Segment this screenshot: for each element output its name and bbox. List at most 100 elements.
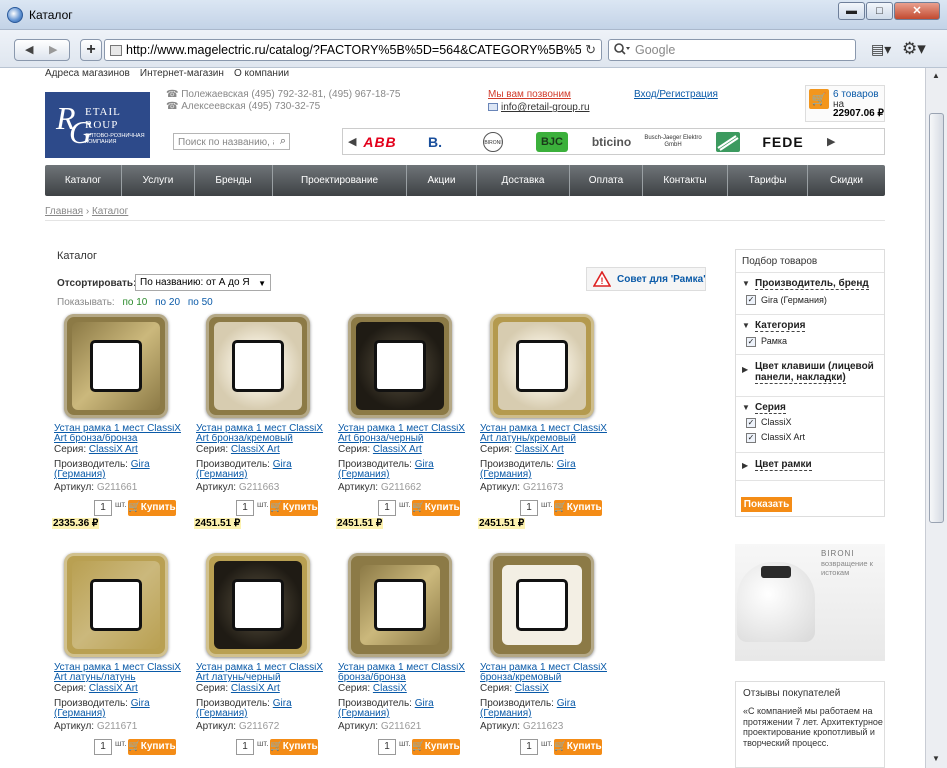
- vertical-scrollbar[interactable]: ▲ ▼: [925, 68, 947, 768]
- nav-item-catalog[interactable]: Каталог: [45, 165, 122, 196]
- close-button[interactable]: ✕: [894, 2, 940, 20]
- product-title-2[interactable]: бронза/бронза: [338, 673, 470, 683]
- maker-link[interactable]: Gira: [415, 698, 434, 709]
- quantity-input[interactable]: 1: [520, 739, 538, 755]
- filter-section-title[interactable]: Категория: [755, 320, 806, 332]
- product-image[interactable]: [64, 553, 168, 657]
- checkbox-frame[interactable]: ✓: [746, 337, 756, 347]
- maker-country-link[interactable]: (Германия): [338, 708, 390, 719]
- product-image[interactable]: [206, 314, 310, 418]
- nav-item-delivery[interactable]: Доставка: [477, 165, 570, 196]
- minimize-button[interactable]: ▬: [838, 2, 865, 20]
- url-text[interactable]: http://www.magelectric.ru/catalog/?FACTO…: [126, 43, 581, 57]
- maker-country-link[interactable]: (Германия): [196, 708, 248, 719]
- cart-widget[interactable]: 🛒 6 товаров на 22907.06 ₽: [805, 85, 885, 122]
- maker-link[interactable]: Gira: [131, 698, 150, 709]
- series-link[interactable]: ClassiX Art: [515, 444, 564, 455]
- maker-country-link[interactable]: (Германия): [54, 469, 106, 480]
- nav-item-brands[interactable]: Бренды: [195, 165, 273, 196]
- filter-option-frame[interactable]: Рамка: [761, 336, 787, 346]
- filter-section-title-2[interactable]: панели, накладки): [755, 372, 846, 384]
- quantity-input[interactable]: 1: [378, 739, 396, 755]
- scroll-thumb[interactable]: [929, 113, 944, 523]
- top-link-stores[interactable]: Адреса магазинов: [45, 68, 130, 79]
- product-title[interactable]: Устан рамка 1 мест ClassiX: [54, 663, 186, 673]
- search-icon[interactable]: ⌕: [280, 135, 286, 148]
- brand-berker[interactable]: B.: [425, 132, 445, 152]
- product-title[interactable]: Устан рамка 1 мест ClassiX: [196, 663, 328, 673]
- series-link[interactable]: ClassiX Art: [231, 444, 280, 455]
- magnifier-dropdown-icon[interactable]: [613, 42, 631, 59]
- chevron-right-icon[interactable]: ▶: [742, 365, 748, 374]
- maker-link[interactable]: Gira: [273, 459, 292, 470]
- scroll-down-arrow-icon[interactable]: ▼: [932, 754, 940, 763]
- sort-value[interactable]: По названию: от А до Я: [140, 277, 250, 288]
- buy-button[interactable]: 🛒Купить: [412, 500, 460, 516]
- search-box[interactable]: Google: [608, 39, 856, 61]
- address-bar[interactable]: http://www.magelectric.ru/catalog/?FACTO…: [104, 39, 602, 61]
- breadcrumb-home[interactable]: Главная: [45, 206, 83, 217]
- show-50-link[interactable]: по 50: [188, 297, 213, 308]
- product-image[interactable]: [490, 314, 594, 418]
- chevron-down-icon[interactable]: ▼: [742, 279, 750, 288]
- show-10-link[interactable]: по 10: [122, 297, 147, 308]
- buy-button[interactable]: 🛒Купить: [128, 500, 176, 516]
- gear-icon[interactable]: ⚙▾: [902, 39, 926, 59]
- product-title-2[interactable]: Art латунь/черный: [196, 673, 328, 683]
- maximize-button[interactable]: □: [866, 2, 893, 20]
- top-link-about[interactable]: О компании: [234, 68, 289, 79]
- filter-section-title[interactable]: Серия: [755, 402, 786, 414]
- chevron-right-icon[interactable]: ▶: [742, 461, 748, 470]
- filter-option-gira[interactable]: Gira (Германия): [761, 295, 827, 305]
- filter-section-title[interactable]: Цвет клавиши (лицевой: [755, 361, 874, 372]
- series-link[interactable]: ClassiX: [515, 683, 549, 694]
- product-title[interactable]: Устан рамка 1 мест ClassiX: [196, 424, 328, 434]
- product-image[interactable]: [206, 553, 310, 657]
- site-logo[interactable]: R G ETAIL ROUP ОПТОВО-РОЗНИЧНАЯ КОМПАНИЯ: [45, 92, 150, 158]
- product-title-2[interactable]: Art бронза/бронза: [54, 434, 186, 444]
- maker-link[interactable]: Gira: [273, 698, 292, 709]
- series-link[interactable]: ClassiX Art: [373, 444, 422, 455]
- show-20-link[interactable]: по 20: [155, 297, 180, 308]
- filter-option-classix-art[interactable]: ClassiX Art: [761, 432, 805, 442]
- login-link[interactable]: Вход/Регистрация: [634, 89, 718, 100]
- product-title[interactable]: Устан рамка 1 мест ClassiX: [338, 663, 470, 673]
- nav-item-tariffs[interactable]: Тарифы: [728, 165, 808, 196]
- back-arrow-icon[interactable]: ◀: [25, 43, 33, 56]
- nav-item-payment[interactable]: Оплата: [570, 165, 643, 196]
- chevron-down-icon[interactable]: ▼: [742, 321, 750, 330]
- search-placeholder[interactable]: Google: [635, 43, 675, 57]
- buy-button[interactable]: 🛒Купить: [412, 739, 460, 755]
- brand-bjc[interactable]: BJC: [536, 132, 568, 152]
- quantity-input[interactable]: 1: [520, 500, 538, 516]
- maker-link[interactable]: Gira: [557, 459, 576, 470]
- nav-item-contacts[interactable]: Контакты: [643, 165, 728, 196]
- brand-bticino[interactable]: bticino: [584, 132, 639, 152]
- brand-fede[interactable]: FEDE: [757, 132, 809, 152]
- page-menu-icon[interactable]: ▤▾: [871, 41, 891, 58]
- product-image[interactable]: [490, 553, 594, 657]
- checkbox-classix[interactable]: ✓: [746, 418, 756, 428]
- site-search-input[interactable]: Поиск по названию, ар ⌕: [173, 133, 290, 150]
- forward-arrow-icon[interactable]: ▶: [49, 43, 57, 56]
- maker-link[interactable]: Gira: [131, 459, 150, 470]
- bironi-banner[interactable]: BIRONI возвращение к истокам: [735, 544, 885, 661]
- carousel-prev-icon[interactable]: ◀: [348, 135, 356, 148]
- product-title[interactable]: Устан рамка 1 мест ClassiX: [338, 424, 470, 434]
- brand-green-logo[interactable]: [716, 132, 740, 152]
- checkbox-classix-art[interactable]: ✓: [746, 433, 756, 443]
- callback-link[interactable]: Мы вам позвоним: [488, 89, 571, 100]
- chevron-down-icon[interactable]: ▼: [742, 403, 750, 412]
- nav-item-services[interactable]: Услуги: [122, 165, 195, 196]
- maker-country-link[interactable]: (Германия): [480, 708, 532, 719]
- site-search-placeholder[interactable]: Поиск по названию, ар: [178, 137, 274, 148]
- series-link[interactable]: ClassiX Art: [89, 683, 138, 694]
- maker-link[interactable]: Gira: [415, 459, 434, 470]
- product-image[interactable]: [64, 314, 168, 418]
- product-title[interactable]: Устан рамка 1 мест ClassiX: [480, 663, 612, 673]
- product-title-2[interactable]: Art латунь/кремовый: [480, 434, 612, 444]
- product-title-2[interactable]: Art бронза/черный: [338, 434, 470, 444]
- filter-section-title[interactable]: Цвет рамки: [755, 459, 812, 471]
- buy-button[interactable]: 🛒Купить: [554, 500, 602, 516]
- series-link[interactable]: ClassiX Art: [231, 683, 280, 694]
